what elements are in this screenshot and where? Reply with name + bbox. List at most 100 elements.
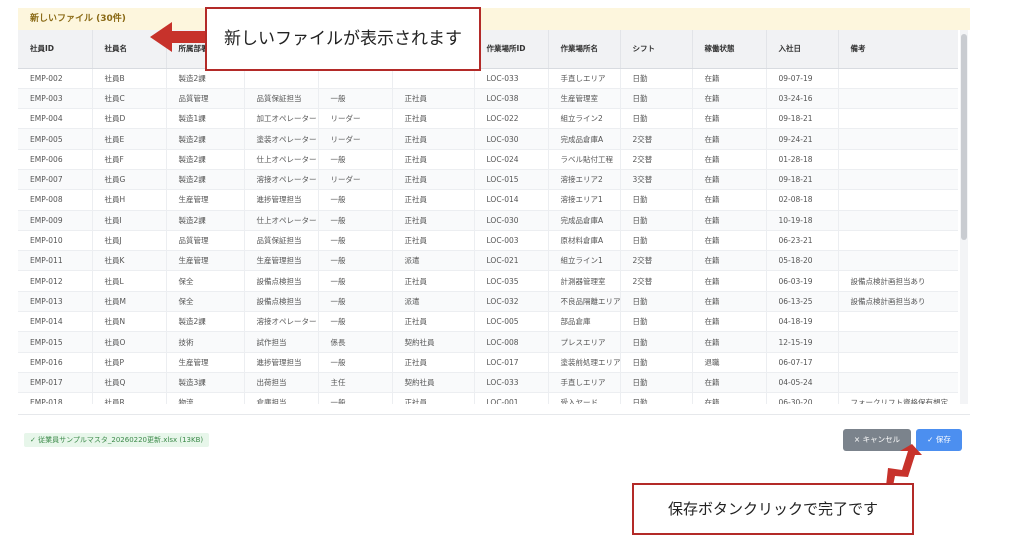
table-cell: 06-07-17 <box>766 352 839 373</box>
table-cell: 正社員 <box>392 169 475 191</box>
table-cell: EMP-007 <box>18 169 93 191</box>
table-cell: 正社員 <box>392 149 475 170</box>
table-cell: 設備点検計画担当あり <box>838 291 958 313</box>
table-cell: EMP-014 <box>18 311 93 333</box>
table-cell: 出荷担当 <box>244 372 319 394</box>
table-row[interactable]: EMP-015 社員O 技術 試作担当 係長 契約社員 LOC-008 プレスエリア 日勤 在籍 1… <box>18 331 958 353</box>
table-cell: 一般 <box>318 210 393 231</box>
table-row[interactable]: EMP-016 社員P 生産管理 進捗管理担当 一般 正社員 LOC-017 塗装前処理エリア… <box>18 352 958 373</box>
table-cell: 一般 <box>318 352 393 373</box>
table-cell: 06-30-20 <box>766 392 839 404</box>
import-preview-panel: 新しいファイル (30件) 社員ID社員名所属部署担当業務役職雇用形態作業場所I… <box>18 8 970 451</box>
table-cell: 生産管理 <box>166 352 245 373</box>
table-cell: 主任 <box>318 372 393 394</box>
table-cell: 日勤 <box>620 372 693 394</box>
table-cell: 製造2課 <box>166 311 245 333</box>
new-file-header: 新しいファイル (30件) <box>18 8 970 30</box>
table-cell: 不良品隔離エリア <box>548 291 621 313</box>
table-cell: 係長 <box>318 331 393 353</box>
table-row[interactable]: EMP-017 社員Q 製造3課 出荷担当 主任 契約社員 LOC-033 手直しエリア 日勤在… <box>18 372 958 394</box>
vertical-scrollbar[interactable] <box>960 30 968 404</box>
table-cell: 在籍 <box>692 331 767 353</box>
table-cell <box>838 352 958 373</box>
table-cell <box>838 169 958 191</box>
table-cell: 製造2課 <box>166 169 245 191</box>
table-cell: 在籍 <box>692 270 767 292</box>
table-cell <box>838 250 958 272</box>
table-cell: 溶接エリア1 <box>548 189 621 211</box>
table-cell: 正社員 <box>392 230 475 252</box>
table-cell: 在籍 <box>692 169 767 191</box>
table-row[interactable]: EMP-003 社員C 品質管理 品質保証担当 一般 正社員 LOC-038 生産管理室 日勤在… <box>18 88 958 110</box>
table-cell <box>838 210 958 231</box>
table-cell: フォークリフト資格保有想定 <box>838 392 958 404</box>
table-row[interactable]: EMP-005 社員E 製造2課 塗装オペレーター リーダー 正社員 LOC-030 完成品倉… <box>18 128 958 150</box>
table-cell: プレスエリア <box>548 331 621 353</box>
table-cell: LOC-008 <box>474 331 549 353</box>
uploaded-file-badge: ✓ 従業員サンプルマスタ_20260220更新.xlsx (13KB) <box>24 433 210 447</box>
table-cell: 社員N <box>92 311 167 333</box>
table-cell: 退職 <box>692 352 767 373</box>
table-row[interactable]: EMP-010 社員J 品質管理 品質保証担当 一般 正社員 LOC-003 原材料倉庫A 日勤… <box>18 230 958 252</box>
table-cell: LOC-033 <box>474 372 549 394</box>
employee-table: 社員ID社員名所属部署担当業務役職雇用形態作業場所ID作業場所名シフト稼働状態入… <box>18 30 958 404</box>
save-button[interactable]: ✓ 保存 <box>916 429 962 451</box>
table-row[interactable]: EMP-006 社員F 製造2課 仕上オペレーター 一般 正社員 LOC-024 ラベル貼付工… <box>18 149 958 170</box>
table-cell <box>392 68 475 89</box>
table-row[interactable]: EMP-009 社員I 製造2課 仕上オペレーター 一般 正社員 LOC-030 完成品倉庫A… <box>18 210 958 231</box>
table-cell: LOC-024 <box>474 149 549 170</box>
table-cell: EMP-013 <box>18 291 93 313</box>
table-cell: 製造3課 <box>166 372 245 394</box>
table-cell: 社員O <box>92 331 167 353</box>
table-row[interactable]: EMP-002 社員B 製造2課 LOC-033 手直しエリア 日勤 在籍 09-07-19 <box>18 68 958 89</box>
table-cell: 社員H <box>92 189 167 211</box>
table-cell: 01-28-18 <box>766 149 839 170</box>
table-cell: LOC-022 <box>474 108 549 130</box>
table-cell: 日勤 <box>620 392 693 404</box>
table-cell: EMP-018 <box>18 392 93 404</box>
table-cell <box>838 108 958 130</box>
table-cell: 技術 <box>166 331 245 353</box>
table-cell: 在籍 <box>692 128 767 150</box>
table-cell: LOC-035 <box>474 270 549 292</box>
table-cell: 手直しエリア <box>548 372 621 394</box>
table-cell: 日勤 <box>620 291 693 313</box>
table-row[interactable]: EMP-012 社員L 保全 設備点検担当 一般 正社員 LOC-035 計測器管理室 2交替在… <box>18 270 958 292</box>
table-cell: 受入ヤード <box>548 392 621 404</box>
table-row[interactable]: EMP-013 社員M 保全 設備点検担当 一般 派遣 LOC-032 不良品隔離エリア 日勤在… <box>18 291 958 313</box>
table-row[interactable]: EMP-004 社員D 製造1課 加工オペレーター リーダー 正社員 LOC-022 組立ライ… <box>18 108 958 130</box>
table-cell: 02-08-18 <box>766 189 839 211</box>
table-cell: 溶接エリア2 <box>548 169 621 191</box>
table-cell: 正社員 <box>392 270 475 292</box>
table-cell: 09-24-21 <box>766 128 839 150</box>
table-cell: 製造2課 <box>166 68 245 89</box>
table-cell <box>838 311 958 333</box>
table-row[interactable]: EMP-011 社員K 生産管理 生産管理担当 一般 派遣 LOC-021 組立ライン1 2交替… <box>18 250 958 272</box>
table-cell: 在籍 <box>692 68 767 89</box>
table-cell: 09-18-21 <box>766 108 839 130</box>
table-row[interactable]: EMP-018 社員R 物流 倉庫担当 一般 正社員 LOC-001 受入ヤード 日勤 在籍 06-… <box>18 392 958 404</box>
callout-new-file: 新しいファイルが表示されます <box>205 7 481 71</box>
table-row[interactable]: EMP-007 社員G 製造2課 溶接オペレーター リーダー 正社員 LOC-015 溶接エリ… <box>18 169 958 191</box>
table-cell: 04-18-19 <box>766 311 839 333</box>
table-cell: 09-18-21 <box>766 169 839 191</box>
table-cell <box>318 68 393 89</box>
table-cell: 在籍 <box>692 372 767 394</box>
column-header: 入社日 <box>766 30 839 69</box>
table-cell: LOC-005 <box>474 311 549 333</box>
table-cell: EMP-009 <box>18 210 93 231</box>
table-cell: EMP-002 <box>18 68 93 89</box>
panel-footer: ✓ 従業員サンプルマスタ_20260220更新.xlsx (13KB) × キャ… <box>18 414 970 455</box>
table-cell: 社員D <box>92 108 167 130</box>
table-cell: 製造2課 <box>166 128 245 150</box>
table-cell: 日勤 <box>620 108 693 130</box>
table-cell: 在籍 <box>692 108 767 130</box>
table-row[interactable]: EMP-014 社員N 製造2課 溶接オペレーター 一般 正社員 LOC-005 部品倉庫 日勤… <box>18 311 958 333</box>
table-row[interactable]: EMP-008 社員H 生産管理 進捗管理担当 一般 正社員 LOC-014 溶接エリア1 日勤… <box>18 189 958 211</box>
column-header: 社員ID <box>18 30 93 69</box>
table-cell: LOC-030 <box>474 128 549 150</box>
table-cell: EMP-003 <box>18 88 93 110</box>
column-header: 社員名 <box>92 30 167 69</box>
cancel-button[interactable]: × キャンセル <box>843 429 911 451</box>
scrollbar-thumb[interactable] <box>961 34 967 240</box>
